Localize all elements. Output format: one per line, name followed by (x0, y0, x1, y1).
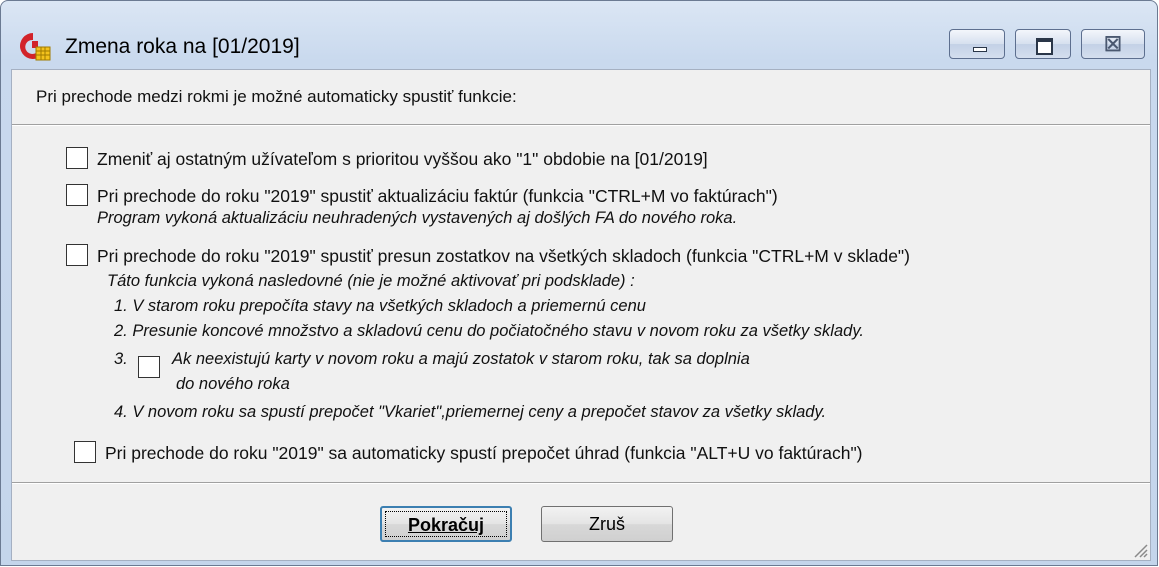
option3-label[interactable]: Pri prechode do roku "2019" spustiť pres… (97, 246, 910, 267)
window-title: Zmena roka na [01/2019] (65, 35, 300, 58)
top-separator (12, 124, 1150, 126)
continue-button[interactable]: Pokračuj (380, 506, 512, 542)
option2-checkbox[interactable] (66, 184, 88, 206)
option1-checkbox[interactable] (66, 147, 88, 169)
option3-step2: 2. Presunie koncové množstvo a skladovú … (114, 322, 864, 340)
option4-checkbox[interactable] (74, 441, 96, 463)
cancel-button[interactable]: Zruš (541, 506, 673, 542)
intro-text: Pri prechode medzi rokmi je možné automa… (36, 87, 517, 106)
option3-checkbox[interactable] (66, 244, 88, 266)
option3-step3-checkbox[interactable] (138, 356, 160, 378)
maximize-icon (1036, 38, 1053, 55)
focus-rectangle (385, 511, 507, 537)
minimize-button[interactable] (949, 29, 1005, 59)
close-icon: ☒ (1104, 34, 1122, 56)
dialog-client-area: Pri prechode medzi rokmi je možné automa… (11, 69, 1151, 561)
close-button[interactable]: ☒ (1081, 29, 1145, 59)
dialog-window: Zmena roka na [01/2019] ☒ Pri prechode m… (0, 0, 1158, 566)
bottom-separator (12, 482, 1150, 484)
title-bar[interactable]: Zmena roka na [01/2019] ☒ (1, 1, 1157, 71)
app-icon (20, 33, 51, 61)
option3-step4: 4. V novom roku sa spustí prepočet "Vkar… (114, 403, 827, 421)
option2-note: Program vykoná aktualizáciu neuhradených… (97, 209, 738, 227)
resize-grip-icon[interactable] (1130, 540, 1148, 558)
option3-step3-number: 3. (114, 350, 128, 368)
maximize-button[interactable] (1015, 29, 1071, 59)
option4-label[interactable]: Pri prechode do roku "2019" sa automatic… (105, 443, 862, 464)
option1-label[interactable]: Zmeniť aj ostatným užívateľom s priorito… (97, 149, 708, 170)
option3-step3-line2: do nového roka (176, 375, 290, 393)
option3-step3-line1[interactable]: Ak neexistujú karty v novom roku a majú … (172, 350, 750, 369)
minimize-icon (973, 47, 987, 52)
cancel-button-label: Zruš (589, 514, 625, 534)
option3-note: Táto funkcia vykoná nasledovné (nie je m… (107, 272, 635, 290)
option3-step1: 1. V starom roku prepočíta stavy na všet… (114, 297, 646, 315)
option2-label[interactable]: Pri prechode do roku "2019" spustiť aktu… (97, 186, 778, 207)
